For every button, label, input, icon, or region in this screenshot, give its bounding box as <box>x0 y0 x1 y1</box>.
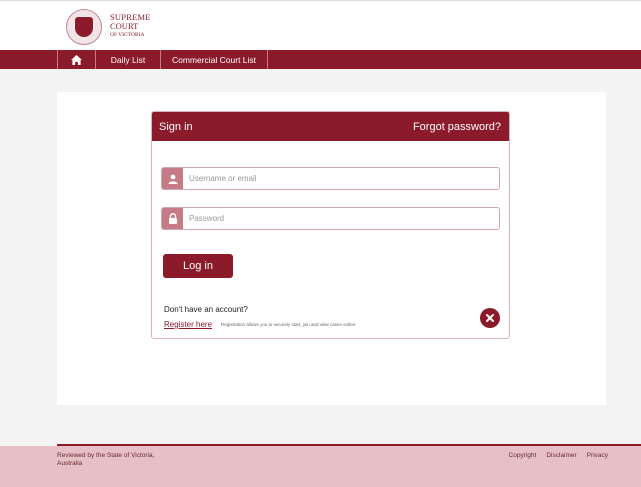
brand-line-2: COURT <box>110 21 139 31</box>
brand-line-3: OF VICTORIA <box>110 32 145 38</box>
login-button[interactable]: Log in <box>163 254 233 278</box>
footer-link-copyright[interactable]: Copyright <box>509 452 537 459</box>
nav-commercial-court-list[interactable]: Commercial Court List <box>161 50 268 69</box>
nav-daily-list[interactable]: Daily List <box>96 50 161 69</box>
user-icon <box>162 168 183 189</box>
site-header: SUPREME COURT OF VICTORIA <box>0 0 641 50</box>
home-icon <box>71 54 82 65</box>
court-seal-logo[interactable] <box>66 9 102 45</box>
nav-home[interactable] <box>57 50 96 69</box>
footer-link-privacy[interactable]: Privacy <box>587 452 608 459</box>
signin-card-header: Sign in Forgot password? <box>152 112 509 141</box>
footer-reviewed-text: Reviewed by the State of Victoria, Austr… <box>57 452 155 467</box>
signin-card: Sign in Forgot password? Log in Don't ha… <box>151 111 510 339</box>
close-icon <box>486 314 494 322</box>
footer-link-disclaimer[interactable]: Disclaimer <box>546 452 576 459</box>
forgot-password-link[interactable]: Forgot password? <box>413 121 501 133</box>
brand-wordmark[interactable]: SUPREME COURT OF VICTORIA <box>110 13 151 40</box>
register-info-text: Registration allows you to securely star… <box>221 322 357 327</box>
username-input[interactable] <box>189 171 489 186</box>
main-nav: Daily List Commercial Court List <box>0 50 641 69</box>
crest-icon <box>75 17 93 37</box>
username-field[interactable] <box>161 167 500 190</box>
footer-links: Copyright Disclaimer Privacy <box>509 452 608 459</box>
register-link[interactable]: Register here <box>164 320 212 329</box>
password-field[interactable] <box>161 207 500 230</box>
site-footer: Reviewed by the State of Victoria, Austr… <box>0 446 641 487</box>
signin-title: Sign in <box>159 121 193 133</box>
close-button[interactable] <box>480 308 500 328</box>
no-account-text: Don't have an account? <box>164 305 248 314</box>
lock-icon <box>162 208 183 229</box>
password-input[interactable] <box>189 211 489 226</box>
